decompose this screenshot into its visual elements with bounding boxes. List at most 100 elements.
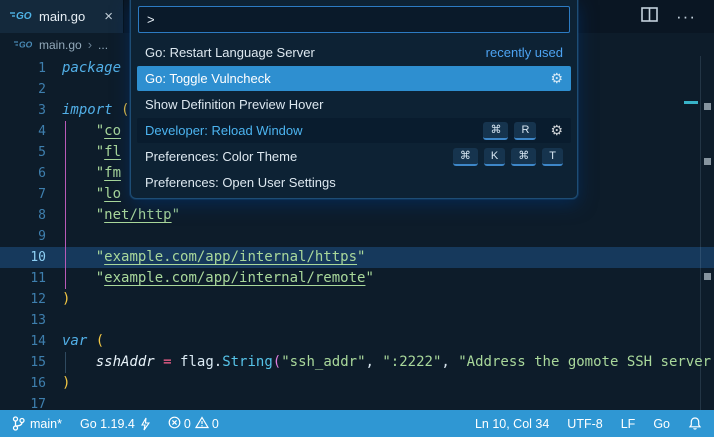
- code-text: package: [46, 58, 121, 79]
- line-number: 10: [0, 247, 46, 268]
- palette-item-right: ⌘ K ⌘ T: [453, 148, 563, 166]
- code-text: "lo: [46, 184, 121, 205]
- code-line[interactable]: 11 "example.com/app/internal/remote": [0, 268, 714, 289]
- bolt-icon: [140, 417, 150, 431]
- code-text: "example.com/app/internal/remote": [46, 268, 374, 289]
- palette-item[interactable]: Go: Toggle Vulncheck ⚙: [137, 66, 571, 91]
- code-text: [46, 310, 62, 331]
- palette-item[interactable]: Go: Restart Language Server recently used: [137, 40, 571, 65]
- palette-item[interactable]: Preferences: Color Theme ⌘ K ⌘ T: [137, 144, 571, 169]
- palette-item-right: recently used: [486, 45, 563, 60]
- status-right: Ln 10, Col 34 UTF-8 LF Go: [475, 416, 702, 431]
- keybinding-chip: ⌘: [483, 122, 508, 140]
- palette-item[interactable]: Developer: Reload Window ⌘ R ⚙: [137, 118, 571, 143]
- keybinding-chip: R: [514, 122, 536, 140]
- gear-icon[interactable]: ⚙: [550, 122, 563, 139]
- palette-item-label: Go: Toggle Vulncheck: [145, 71, 271, 86]
- line-number: 13: [0, 310, 46, 331]
- keybinding-chip: ⌘: [453, 148, 478, 166]
- keybinding-chip: T: [542, 148, 563, 166]
- line-number: 7: [0, 184, 46, 205]
- go-version-item[interactable]: Go 1.19.4: [80, 417, 150, 431]
- code-text: [46, 226, 62, 247]
- line-number: 12: [0, 289, 46, 310]
- command-palette-input[interactable]: [138, 6, 570, 33]
- status-bar: main* Go 1.19.4 0: [0, 410, 714, 437]
- line-number: 1: [0, 58, 46, 79]
- diagnostics-item[interactable]: 0 0: [168, 416, 219, 432]
- code-line[interactable]: 12): [0, 289, 714, 310]
- code-text: "co: [46, 121, 121, 142]
- palette-item-label: Show Definition Preview Hover: [145, 97, 323, 112]
- cursor-position[interactable]: Ln 10, Col 34: [475, 417, 549, 431]
- editor-actions: ···: [641, 0, 714, 33]
- code-line[interactable]: 13: [0, 310, 714, 331]
- line-number: 16: [0, 373, 46, 394]
- palette-item-label: Go: Restart Language Server: [145, 45, 315, 60]
- line-number: 11: [0, 268, 46, 289]
- breadcrumb-more[interactable]: ...: [98, 38, 108, 52]
- encoding[interactable]: UTF-8: [567, 417, 602, 431]
- split-editor-icon[interactable]: [641, 7, 658, 27]
- code-line[interactable]: 10 "example.com/app/internal/https": [0, 247, 714, 268]
- gear-icon[interactable]: ⚙: [550, 70, 563, 87]
- code-line[interactable]: 17: [0, 394, 714, 410]
- breadcrumb-separator: ›: [88, 37, 92, 52]
- code-text: "fm: [46, 163, 121, 184]
- error-icon: [168, 416, 181, 432]
- more-actions-icon[interactable]: ···: [676, 7, 696, 27]
- line-number: 9: [0, 226, 46, 247]
- code-text: "net/http": [46, 205, 180, 226]
- code-line[interactable]: 14var (: [0, 331, 714, 352]
- branch-item[interactable]: main*: [12, 416, 62, 431]
- code-text: [46, 394, 62, 410]
- palette-item-label: Preferences: Color Theme: [145, 149, 297, 164]
- line-number: 6: [0, 163, 46, 184]
- palette-list: Go: Restart Language Server recently used…: [131, 38, 577, 197]
- code-text: [46, 79, 62, 100]
- line-number: 14: [0, 331, 46, 352]
- code-text: "example.com/app/internal/https": [46, 247, 365, 268]
- palette-item-label: Developer: Reload Window: [145, 123, 303, 138]
- code-text: import (: [46, 100, 129, 121]
- code-line[interactable]: 16): [0, 373, 714, 394]
- command-palette: Go: Restart Language Server recently used…: [130, 0, 578, 199]
- line-number: 8: [0, 205, 46, 226]
- code-line[interactable]: 15 sshAddr = flag.String("ssh_addr", ":2…: [0, 352, 714, 373]
- breadcrumb-file[interactable]: main.go: [39, 38, 82, 52]
- code-line[interactable]: 9: [0, 226, 714, 247]
- eol[interactable]: LF: [621, 417, 636, 431]
- tab-close-icon[interactable]: ×: [104, 9, 113, 24]
- palette-item-right: ⌘ R ⚙: [483, 122, 563, 140]
- svg-text:GO: GO: [19, 39, 33, 49]
- line-number: 4: [0, 121, 46, 142]
- code-line[interactable]: 8 "net/http": [0, 205, 714, 226]
- palette-item-right: ⚙: [542, 70, 563, 87]
- notifications-bell-icon[interactable]: [688, 416, 702, 431]
- tab-main-go[interactable]: GO main.go ×: [0, 0, 124, 33]
- indent-guide-import: [65, 121, 66, 289]
- go-version-label: Go 1.19.4: [80, 417, 135, 431]
- line-number: 2: [0, 79, 46, 100]
- status-left: main* Go 1.19.4 0: [12, 416, 219, 432]
- warning-icon: [195, 416, 209, 432]
- palette-item[interactable]: Preferences: Open User Settings: [137, 170, 571, 195]
- keybinding-chip: ⌘: [511, 148, 536, 166]
- palette-item-label: Preferences: Open User Settings: [145, 175, 336, 190]
- svg-text:GO: GO: [16, 11, 32, 21]
- keybinding-chip: K: [484, 148, 505, 166]
- tab-label: main.go: [39, 9, 85, 24]
- code-text: ): [46, 373, 70, 394]
- palette-item[interactable]: Show Definition Preview Hover: [137, 92, 571, 117]
- code-text: ): [46, 289, 70, 310]
- line-number: 15: [0, 352, 46, 373]
- line-number: 17: [0, 394, 46, 410]
- language-mode[interactable]: Go: [653, 417, 670, 431]
- recently-used-label: recently used: [486, 45, 563, 60]
- error-count: 0: [184, 417, 191, 431]
- warning-count: 0: [212, 417, 219, 431]
- code-text: sshAddr = flag.String("ssh_addr", ":2222…: [46, 352, 711, 373]
- go-file-icon-small: GO: [14, 38, 33, 52]
- overview-ruler-border: [700, 56, 701, 410]
- line-number: 5: [0, 142, 46, 163]
